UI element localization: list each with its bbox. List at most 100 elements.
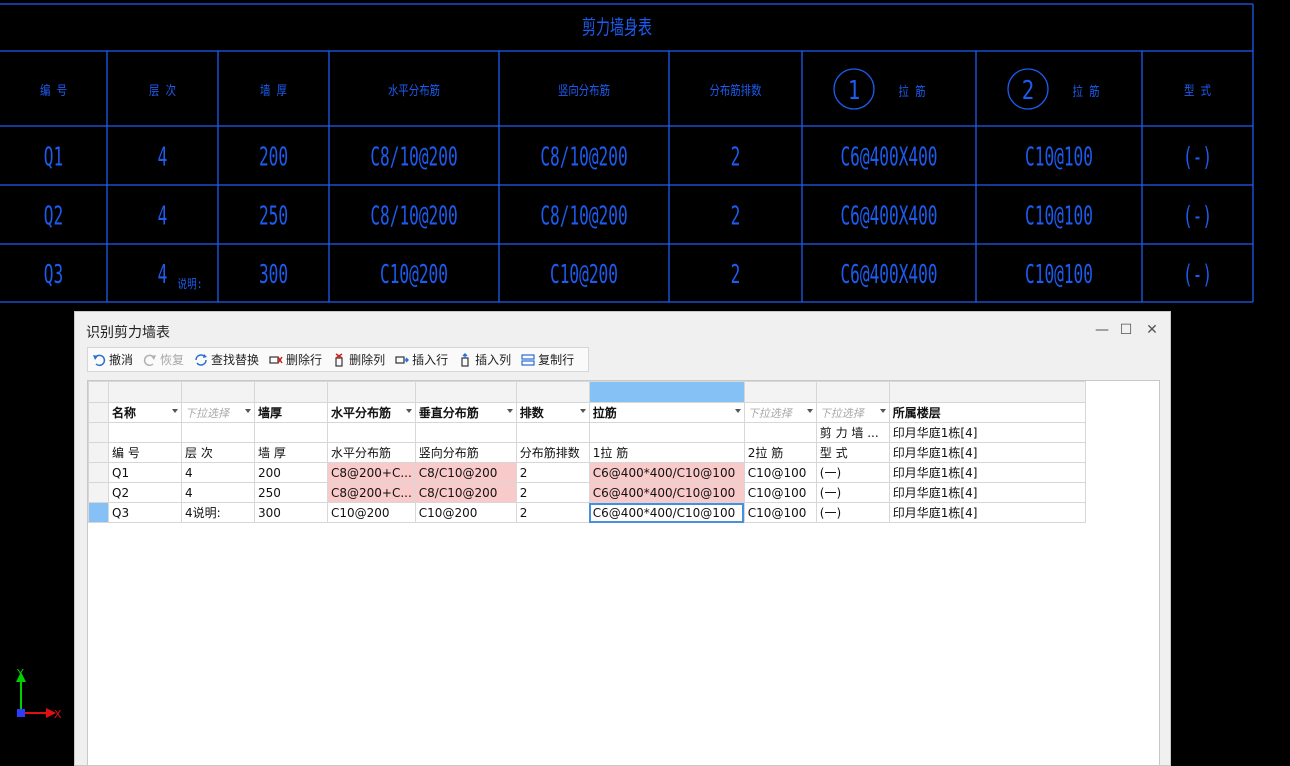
field-dropdown[interactable]: 水平分布筋 — [327, 402, 416, 423]
column-header[interactable] — [815, 381, 890, 403]
grid-cell[interactable] — [254, 422, 328, 443]
grid-table[interactable]: 名称 下拉选择 墙厚 水平分布筋 垂直分布筋 排数 拉筋 下拉选择 下拉选择 所属楼层剪 力 墙 … — [88, 381, 1086, 523]
grid-cell[interactable] — [108, 422, 182, 443]
cad-cell: C8/10@200 — [370, 143, 457, 173]
undo-button[interactable]: 撤消 — [92, 351, 133, 368]
grid-cell[interactable]: 编 号 — [108, 442, 182, 463]
grid-cell[interactable]: 印月华庭1栋[4] — [888, 462, 1086, 483]
column-header[interactable] — [588, 381, 745, 403]
grid-cell[interactable]: 水平分布筋 — [327, 442, 416, 463]
grid-cell[interactable]: Q2 — [108, 482, 182, 503]
grid-cell[interactable]: C10@100 — [743, 502, 817, 523]
grid-cell[interactable]: 4 — [181, 462, 255, 483]
chevron-down-icon — [734, 409, 741, 413]
grid-cell[interactable]: C8@200+C... — [327, 462, 416, 483]
cad-column-header: 层 次 — [149, 83, 176, 98]
field-dropdown[interactable]: 垂直分布筋 — [414, 402, 517, 423]
minimize-button[interactable]: — — [1091, 320, 1113, 340]
grid-cell[interactable]: C10@200 — [327, 502, 416, 523]
grid-cell[interactable]: 2拉 筋 — [743, 442, 817, 463]
row-header[interactable] — [88, 422, 109, 443]
grid-cell[interactable]: C8@200+C... — [327, 482, 416, 503]
column-header[interactable] — [515, 381, 590, 403]
row-header[interactable] — [88, 502, 109, 523]
recognize-shear-wall-table-dialog[interactable]: 识别剪力墙表 — ☐ ✕ 撤消 恢复 查找替换 删除行 删除列 插入行 插入列 … — [74, 311, 1171, 766]
field-dropdown[interactable]: 所属楼层 — [888, 402, 1086, 423]
find-replace-button[interactable]: 查找替换 — [194, 351, 259, 368]
grid-cell[interactable]: 层 次 — [181, 442, 255, 463]
field-dropdown[interactable]: 墙厚 — [254, 402, 328, 423]
insert-row-button[interactable]: 插入行 — [395, 351, 448, 368]
grid-cell[interactable] — [588, 422, 745, 443]
grid-cell[interactable]: 印月华庭1栋[4] — [888, 482, 1086, 503]
grid-cell[interactable]: 4说明: — [181, 502, 255, 523]
grid-cell[interactable]: Q3 — [108, 502, 182, 523]
field-dropdown[interactable]: 名称 — [108, 402, 182, 423]
grid-cell[interactable]: 4 — [181, 482, 255, 503]
corner-cell[interactable] — [88, 381, 109, 403]
grid-cell[interactable]: C10@100 — [743, 482, 817, 503]
column-header[interactable] — [181, 381, 255, 403]
row-header[interactable] — [88, 462, 109, 483]
row-header[interactable] — [88, 442, 109, 463]
cad-cell: C6@400X400 — [840, 143, 937, 173]
grid-cell[interactable]: 印月华庭1栋[4] — [888, 422, 1086, 443]
delete-column-button[interactable]: 删除列 — [332, 351, 385, 368]
grid-cell[interactable]: 印月华庭1栋[4] — [888, 442, 1086, 463]
close-button[interactable]: ✕ — [1141, 320, 1163, 340]
grid-cell[interactable]: C10@200 — [414, 502, 517, 523]
column-header[interactable] — [108, 381, 182, 403]
dialog-titlebar[interactable]: 识别剪力墙表 — ☐ ✕ — [75, 312, 1170, 350]
grid-cell[interactable] — [743, 422, 817, 443]
grid-cell[interactable]: 印月华庭1栋[4] — [888, 502, 1086, 523]
grid-cell[interactable]: 型 式 — [815, 442, 890, 463]
grid-cell[interactable] — [327, 422, 416, 443]
column-header[interactable] — [743, 381, 817, 403]
maximize-button[interactable]: ☐ — [1115, 320, 1137, 340]
grid-cell[interactable]: C6@400*400/C10@100 — [588, 462, 745, 483]
grid-cell[interactable]: (一) — [815, 462, 890, 483]
grid-cell[interactable]: 250 — [254, 482, 328, 503]
column-header[interactable] — [888, 381, 1086, 403]
column-header[interactable] — [414, 381, 517, 403]
grid-cell[interactable] — [414, 422, 517, 443]
chevron-down-icon — [806, 409, 813, 413]
grid-cell[interactable] — [515, 422, 590, 443]
recognition-grid[interactable]: 名称 下拉选择 墙厚 水平分布筋 垂直分布筋 排数 拉筋 下拉选择 下拉选择 所属楼层剪 力 墙 … — [87, 380, 1160, 766]
redo-icon — [143, 354, 157, 366]
field-dropdown[interactable]: 下拉选择 — [181, 402, 255, 423]
delete-row-button[interactable]: 删除行 — [269, 351, 322, 368]
grid-cell[interactable]: 200 — [254, 462, 328, 483]
grid-cell[interactable]: 2 — [515, 482, 590, 503]
grid-cell[interactable]: (一) — [815, 482, 890, 503]
grid-cell[interactable]: Q1 — [108, 462, 182, 483]
grid-cell[interactable]: C8/C10@200 — [414, 482, 517, 503]
copy-row-button[interactable]: 复制行 — [521, 351, 574, 368]
grid-cell[interactable] — [181, 422, 255, 443]
grid-cell[interactable]: C6@400*400/C10@100 — [588, 502, 745, 523]
grid-cell[interactable]: 300 — [254, 502, 328, 523]
grid-cell[interactable]: 1拉 筋 — [588, 442, 745, 463]
grid-cell[interactable]: 剪 力 墙 ... — [815, 422, 890, 443]
grid-cell[interactable]: 2 — [515, 462, 590, 483]
row-header[interactable] — [88, 482, 109, 503]
chevron-down-icon — [405, 409, 412, 413]
column-header[interactable] — [327, 381, 416, 403]
field-dropdown[interactable]: 排数 — [515, 402, 590, 423]
grid-cell[interactable]: C6@400*400/C10@100 — [588, 482, 745, 503]
grid-cell[interactable]: 2 — [515, 502, 590, 523]
field-dropdown[interactable]: 下拉选择 — [743, 402, 817, 423]
column-header[interactable] — [254, 381, 328, 403]
redo-button[interactable]: 恢复 — [143, 351, 184, 368]
grid-cell[interactable]: (一) — [815, 502, 890, 523]
grid-cell[interactable]: C10@100 — [743, 462, 817, 483]
field-dropdown[interactable]: 下拉选择 — [815, 402, 890, 423]
grid-cell[interactable]: C8/C10@200 — [414, 462, 517, 483]
field-dropdown[interactable]: 拉筋 — [588, 402, 745, 423]
grid-cell[interactable]: 分布筋排数 — [515, 442, 590, 463]
row-header[interactable] — [88, 402, 109, 423]
grid-cell[interactable]: 竖向分布筋 — [414, 442, 517, 463]
insert-column-button[interactable]: 插入列 — [458, 351, 511, 368]
insert-column-icon — [461, 352, 469, 367]
grid-cell[interactable]: 墙 厚 — [254, 442, 328, 463]
